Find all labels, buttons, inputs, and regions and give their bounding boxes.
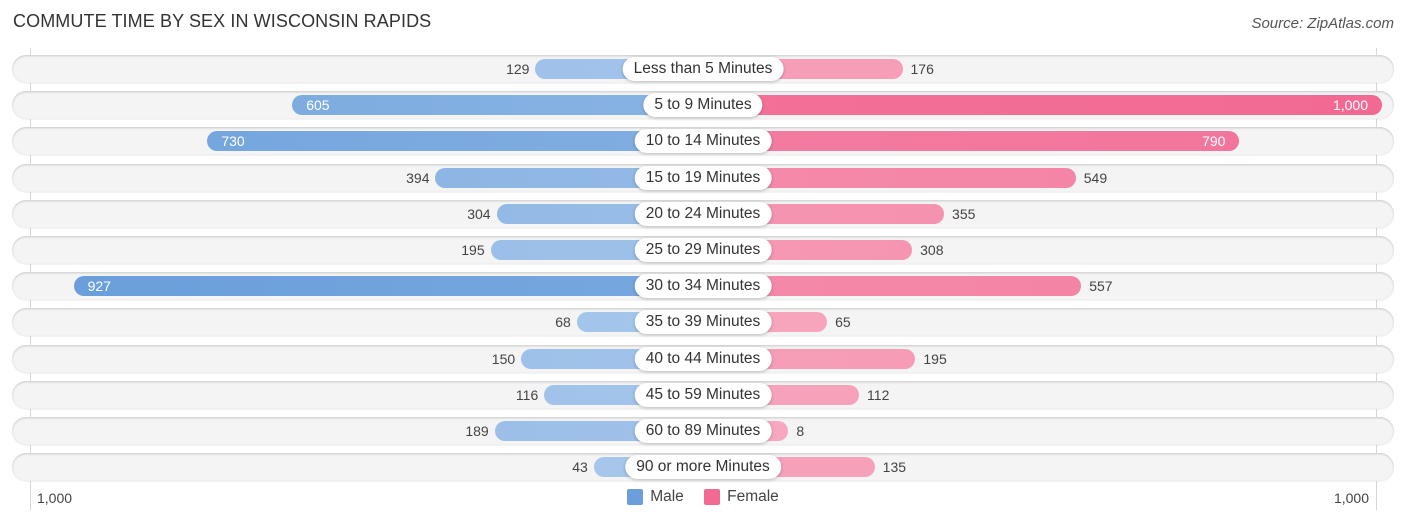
data-label-male: 68 xyxy=(555,314,571,331)
data-label-female: 8 xyxy=(796,423,805,439)
data-label-male: 730 xyxy=(221,133,245,150)
data-label-female: 195 xyxy=(923,350,947,367)
category-label: 5 to 9 Minutes xyxy=(643,93,763,118)
bar-female xyxy=(703,95,1382,116)
data-label-male: 150 xyxy=(491,350,516,367)
data-label-female: 790 xyxy=(1202,133,1226,150)
bar-female xyxy=(703,131,1240,152)
chart-area: 129 176 Less than 5 Minutes 605 1,000 5 to 9 … xyxy=(0,0,1406,523)
bar-male xyxy=(207,131,703,152)
category-label: Less than 5 Minutes xyxy=(622,57,784,81)
data-label-female: 65 xyxy=(835,314,851,331)
category-label: 35 to 39 Minutes xyxy=(634,310,772,335)
data-label-female: 549 xyxy=(1083,169,1108,186)
data-label-female: 1,000 xyxy=(1332,97,1368,114)
data-label-female: 176 xyxy=(910,61,934,77)
category-label: 30 to 34 Minutes xyxy=(634,274,772,299)
category-label: 45 to 59 Minutes xyxy=(634,382,772,407)
category-label: 90 or more Minutes xyxy=(625,455,781,480)
data-label-female: 135 xyxy=(882,459,907,476)
data-label-female: 557 xyxy=(1089,278,1113,295)
bar-male xyxy=(73,276,703,297)
legend-item-female: Female xyxy=(704,488,779,506)
category-label: 60 to 89 Minutes xyxy=(634,419,772,443)
data-label-female: 112 xyxy=(867,386,890,403)
legend: Male Female xyxy=(0,488,1406,510)
category-label: 10 to 14 Minutes xyxy=(634,129,772,154)
category-label: 20 to 24 Minutes xyxy=(634,201,772,226)
data-label-female: 355 xyxy=(952,205,976,222)
category-label: 25 to 29 Minutes xyxy=(634,238,772,262)
data-label-male: 189 xyxy=(465,423,489,439)
legend-item-male: Male xyxy=(627,488,684,506)
category-label: 40 to 44 Minutes xyxy=(634,346,772,371)
data-label-male: 605 xyxy=(306,97,330,114)
data-label-male: 116 xyxy=(515,386,539,403)
data-label-female: 308 xyxy=(920,242,944,258)
data-label-male: 43 xyxy=(572,459,588,476)
data-label-male: 129 xyxy=(506,61,530,77)
legend-swatch-male xyxy=(627,489,644,505)
bar-male xyxy=(292,95,703,116)
data-label-male: 195 xyxy=(461,242,485,258)
legend-label-male: Male xyxy=(650,488,684,505)
category-label: 15 to 19 Minutes xyxy=(634,165,772,190)
data-label-male: 304 xyxy=(467,205,491,222)
data-label-male: 394 xyxy=(406,169,430,186)
legend-label-female: Female xyxy=(727,488,779,505)
data-label-male: 927 xyxy=(87,278,111,295)
legend-swatch-female xyxy=(704,489,721,505)
